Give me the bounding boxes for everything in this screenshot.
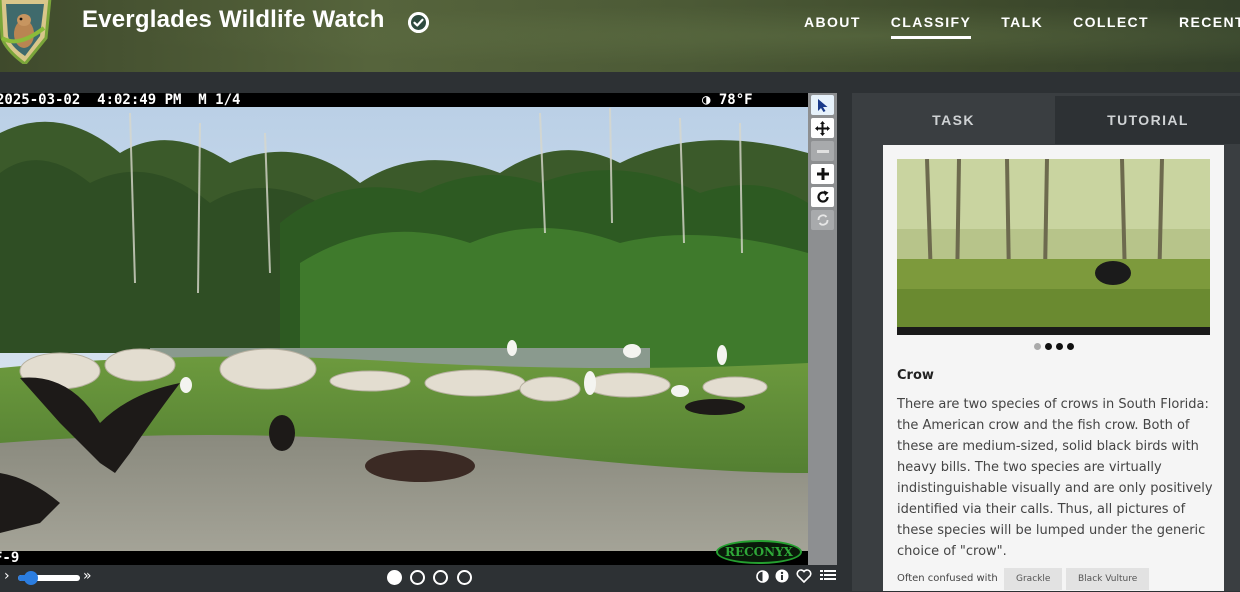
camera-brand-logo: RECONYX [716,540,802,564]
nav-recents[interactable]: RECENTS [1179,14,1240,39]
site-header: Everglades Wildlife Watch ABOUT CLASSIFY… [0,0,1240,72]
nav-collect[interactable]: COLLECT [1073,14,1149,39]
image-toolbar [808,93,837,565]
nav-about[interactable]: ABOUT [804,14,861,39]
rotate-icon[interactable] [811,187,834,207]
species-description: There are two species of crows in South … [897,397,1213,559]
pager-dot-4[interactable] [1067,343,1074,350]
camera-id: F-9 [0,550,20,565]
move-icon[interactable] [811,118,834,138]
nav-classify[interactable]: CLASSIFY [890,14,972,39]
trail-camera-image[interactable] [0,93,808,565]
project-logo[interactable] [0,0,56,64]
pager-dot-2[interactable] [1045,343,1052,350]
zoom-out-icon[interactable] [811,141,834,161]
collections-list-icon[interactable] [820,569,836,583]
pointer-icon[interactable] [811,95,834,115]
info-icon[interactable] [775,569,789,583]
species-example-image[interactable] [897,159,1210,335]
project-title[interactable]: Everglades Wildlife Watch [82,6,385,34]
speed-slider-handle[interactable] [24,571,38,585]
temperature-value: 78°F [718,93,753,108]
confused-with-grackle[interactable]: Grackle [1004,568,1063,590]
frame-dot-3[interactable] [433,570,448,585]
species-name: Crow [897,368,934,383]
pager-dot-1[interactable] [1034,343,1041,350]
tab-task[interactable]: TASK [854,96,1053,144]
tab-tutorial[interactable]: TUTORIAL [1055,96,1240,144]
verified-badge-icon [408,12,429,33]
timestamp: 2025-03-02 4:02:49 PM M 1/4 [0,93,241,108]
favorite-heart-icon[interactable] [796,569,812,583]
pager-dot-3[interactable] [1056,343,1063,350]
camera-footer-strip: F-9 [0,551,808,565]
confused-with-black-vulture[interactable]: Black Vulture [1066,568,1150,590]
nav-talk[interactable]: TALK [1001,14,1043,39]
often-confused-label: Often confused with [897,573,998,584]
camera-info-strip: 2025-03-02 4:02:49 PM M 1/4 ◑ 78°F [0,93,808,107]
zoom-in-icon[interactable] [811,164,834,184]
reset-icon[interactable] [811,210,834,230]
subject-viewer[interactable]: 2025-03-02 4:02:49 PM M 1/4 ◑ 78°F F-9 R… [0,93,808,565]
fast-forward-icon[interactable]: » [83,568,92,584]
play-icon[interactable]: › [4,568,10,584]
often-confused-section: Often confused with Grackle Black Vultur… [897,566,1217,592]
main-nav: ABOUT CLASSIFY TALK COLLECT RECENTS [804,14,1240,39]
frame-dot-1[interactable] [387,570,402,585]
example-image-pager [1034,343,1074,350]
panel-tabs: TASK TUTORIAL [854,96,1240,144]
frame-dot-4[interactable] [457,570,472,585]
frame-dot-2[interactable] [410,570,425,585]
invert-icon[interactable] [756,570,769,583]
viewer-controls: › » [0,565,840,591]
temperature: ◑ 78°F [702,93,753,108]
